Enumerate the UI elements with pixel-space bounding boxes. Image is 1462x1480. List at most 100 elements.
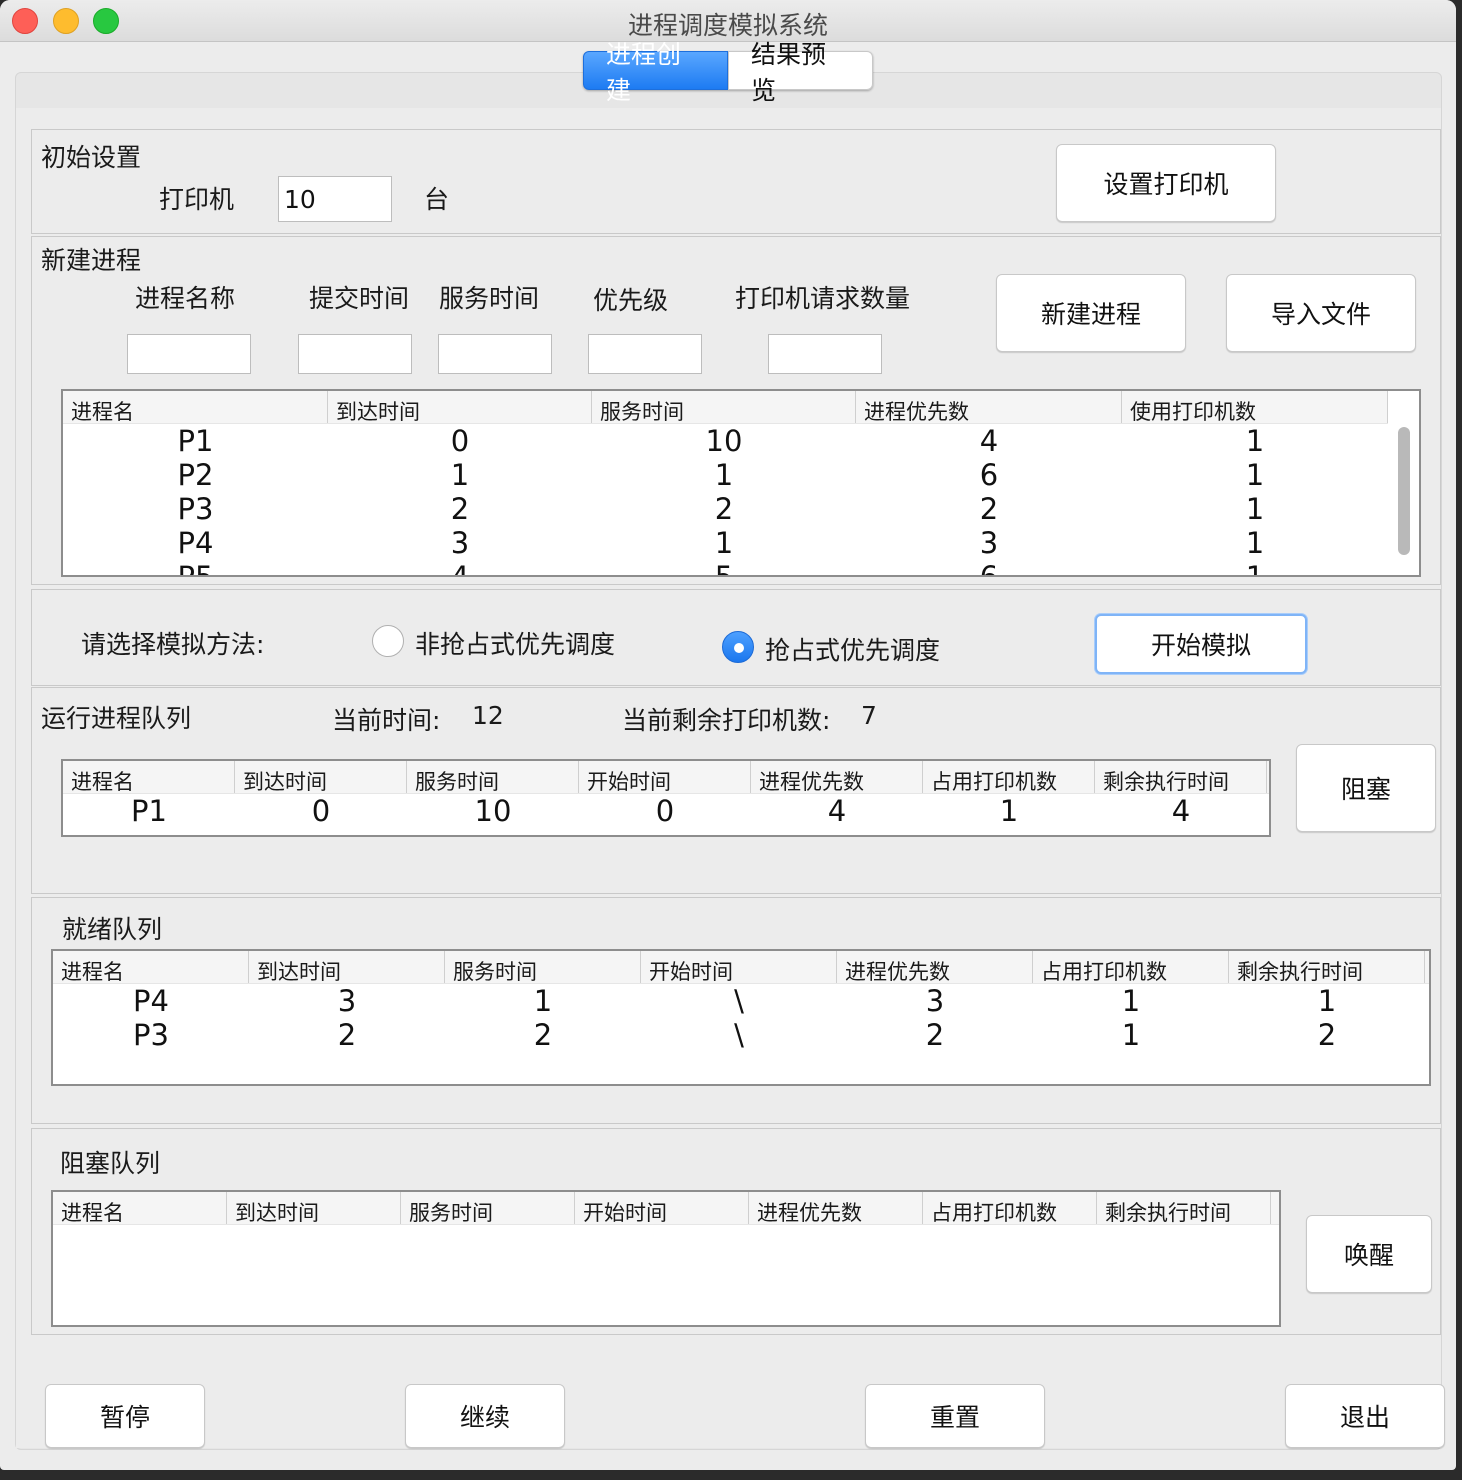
printer-label: 打印机 [159, 185, 235, 214]
running-table-cell: 0 [311, 794, 331, 828]
table-row[interactable]: P3 2 2 2 1 [63, 492, 1419, 526]
running-col-printers[interactable]: 占用打印机数 [923, 761, 1095, 793]
current-time-value: 12 [472, 701, 504, 730]
blocked-queue-panel: 阻塞队列 进程名 到达时间 服务时间 开始时间 进程优先数 占用打印机数 剩余执… [31, 1128, 1441, 1335]
ready-table-cell: 1 [1317, 984, 1337, 1018]
radio-preemptive-label[interactable]: 抢占式优先调度 [765, 631, 940, 667]
process-table-cell: 4 [450, 560, 470, 577]
scrollbar-thumb[interactable] [1398, 427, 1410, 555]
blocked-col-printers[interactable]: 占用打印机数 [923, 1192, 1097, 1224]
printer-unit-label: 台 [424, 185, 450, 214]
reset-button[interactable]: 重置 [865, 1384, 1045, 1448]
running-queue-label: 运行进程队列 [41, 704, 192, 733]
block-button[interactable]: 阻塞 [1296, 744, 1436, 832]
running-col-remaining[interactable]: 剩余执行时间 [1095, 761, 1267, 793]
process-table-col-name[interactable]: 进程名 [63, 391, 328, 423]
service-time-input[interactable] [438, 334, 552, 374]
process-table-cell: 1 [1245, 492, 1265, 526]
process-table-cell: P2 [177, 458, 214, 492]
printer-count-input[interactable]: 10 [278, 176, 392, 222]
set-printer-button[interactable]: 设置打印机 [1056, 144, 1276, 222]
running-col-priority[interactable]: 进程优先数 [751, 761, 923, 793]
ready-col-priority[interactable]: 进程优先数 [837, 951, 1033, 983]
process-table-col-printers[interactable]: 使用打印机数 [1122, 391, 1388, 423]
submit-time-input[interactable] [298, 334, 412, 374]
running-table-body: P1 0 10 0 4 1 4 [63, 794, 1269, 828]
ready-col-arrival[interactable]: 到达时间 [249, 951, 445, 983]
tab-content: 初始设置 打印机 10 台 设置打印机 新建进程 进程名称 提交时间 服务时间 … [15, 72, 1445, 1450]
table-row[interactable]: P2 1 1 6 1 [63, 458, 1419, 492]
process-table-col-arrival[interactable]: 到达时间 [328, 391, 592, 423]
process-table-cell: 3 [450, 526, 470, 560]
ready-table: 进程名 到达时间 服务时间 开始时间 进程优先数 占用打印机数 剩余执行时间 P… [51, 949, 1431, 1086]
process-table-cell: 2 [714, 492, 734, 526]
field-label-service-time: 服务时间 [439, 284, 540, 313]
tab-result-preview[interactable]: 结果预览 [728, 40, 873, 105]
new-process-button[interactable]: 新建进程 [996, 274, 1186, 352]
priority-input[interactable] [588, 334, 702, 374]
running-table-cell: 4 [1171, 794, 1191, 828]
running-col-name[interactable]: 进程名 [63, 761, 235, 793]
blocked-col-remaining[interactable]: 剩余执行时间 [1097, 1192, 1271, 1224]
blocked-col-arrival[interactable]: 到达时间 [227, 1192, 401, 1224]
blocked-col-start[interactable]: 开始时间 [575, 1192, 749, 1224]
initial-settings-panel: 初始设置 打印机 10 台 设置打印机 [31, 129, 1441, 234]
wake-button[interactable]: 唤醒 [1306, 1215, 1432, 1293]
running-table-header: 进程名 到达时间 服务时间 开始时间 进程优先数 占用打印机数 剩余执行时间 [63, 761, 1269, 794]
ready-col-service[interactable]: 服务时间 [445, 951, 641, 983]
radio-non-preemptive[interactable] [372, 625, 404, 657]
ready-col-remaining[interactable]: 剩余执行时间 [1229, 951, 1425, 983]
process-table-cell: P1 [177, 424, 214, 458]
ready-queue-label: 就绪队列 [62, 915, 163, 944]
running-col-service[interactable]: 服务时间 [407, 761, 579, 793]
printers-left-value: 7 [861, 701, 877, 730]
radio-non-preemptive-label[interactable]: 非抢占式优先调度 [415, 625, 615, 661]
process-table-cell: P5 [177, 560, 214, 577]
resume-button[interactable]: 继续 [405, 1384, 565, 1448]
ready-table-cell: 1 [1121, 984, 1141, 1018]
current-time-label: 当前时间: [332, 706, 441, 735]
tab-bar: 进程创建 结果预览 [583, 40, 873, 105]
table-row[interactable]: P5 4 5 6 1 [63, 560, 1419, 577]
window-title: 进程调度模拟系统 [627, 11, 828, 40]
import-file-button[interactable]: 导入文件 [1226, 274, 1416, 352]
blocked-col-name[interactable]: 进程名 [53, 1192, 227, 1224]
process-table-col-priority[interactable]: 进程优先数 [856, 391, 1122, 423]
start-simulation-button[interactable]: 开始模拟 [1095, 614, 1307, 674]
process-table-cell: 2 [979, 492, 999, 526]
table-row[interactable]: P3 2 2 \ 2 1 2 [53, 1018, 1429, 1052]
ready-col-printers[interactable]: 占用打印机数 [1033, 951, 1229, 983]
radio-preemptive[interactable] [722, 631, 754, 663]
running-col-start[interactable]: 开始时间 [579, 761, 751, 793]
running-col-arrival[interactable]: 到达时间 [235, 761, 407, 793]
table-row[interactable]: P4 3 1 3 1 [63, 526, 1419, 560]
new-process-label: 新建进程 [41, 246, 142, 275]
blocked-table: 进程名 到达时间 服务时间 开始时间 进程优先数 占用打印机数 剩余执行时间 [51, 1190, 1281, 1327]
process-table-scrollbar[interactable] [1395, 427, 1411, 557]
running-table-cell: 10 [474, 794, 512, 828]
tab-process-create[interactable]: 进程创建 [583, 40, 728, 105]
exit-button[interactable]: 退出 [1285, 1384, 1445, 1448]
table-row[interactable]: P1 0 10 0 4 1 4 [63, 794, 1269, 828]
pause-button[interactable]: 暂停 [45, 1384, 205, 1448]
table-row[interactable]: P1 0 10 4 1 [63, 424, 1419, 458]
blocked-col-priority[interactable]: 进程优先数 [749, 1192, 923, 1224]
blocked-table-header: 进程名 到达时间 服务时间 开始时间 进程优先数 占用打印机数 剩余执行时间 [53, 1192, 1279, 1225]
process-table-col-service[interactable]: 服务时间 [592, 391, 856, 423]
process-table-body: P1 0 10 4 1 P2 1 1 6 1 P3 2 2 2 1 P4 3 1 3 1 P5 4 5 6 1 [63, 424, 1419, 577]
process-table-cell: P4 [177, 526, 214, 560]
process-table: 进程名 到达时间 服务时间 进程优先数 使用打印机数 P1 0 10 4 1 P2 1 1 6 1… [61, 389, 1421, 577]
method-prompt: 请选择模拟方法: [81, 630, 265, 659]
blocked-col-service[interactable]: 服务时间 [401, 1192, 575, 1224]
table-row[interactable]: P4 3 1 \ 3 1 1 [53, 984, 1429, 1018]
printer-request-input[interactable] [768, 334, 882, 374]
process-table-cell: 1 [714, 458, 734, 492]
ready-col-name[interactable]: 进程名 [53, 951, 249, 983]
process-name-input[interactable] [127, 334, 251, 374]
running-table-cell: 4 [827, 794, 847, 828]
ready-col-start[interactable]: 开始时间 [641, 951, 837, 983]
field-label-printer-request: 打印机请求数量 [735, 284, 911, 313]
title-bar: 进程调度模拟系统 [0, 0, 1456, 42]
ready-table-cell: 3 [337, 984, 357, 1018]
running-queue-panel: 运行进程队列 当前时间: 12 当前剩余打印机数: 7 进程名 到达时间 服务时… [31, 687, 1441, 894]
